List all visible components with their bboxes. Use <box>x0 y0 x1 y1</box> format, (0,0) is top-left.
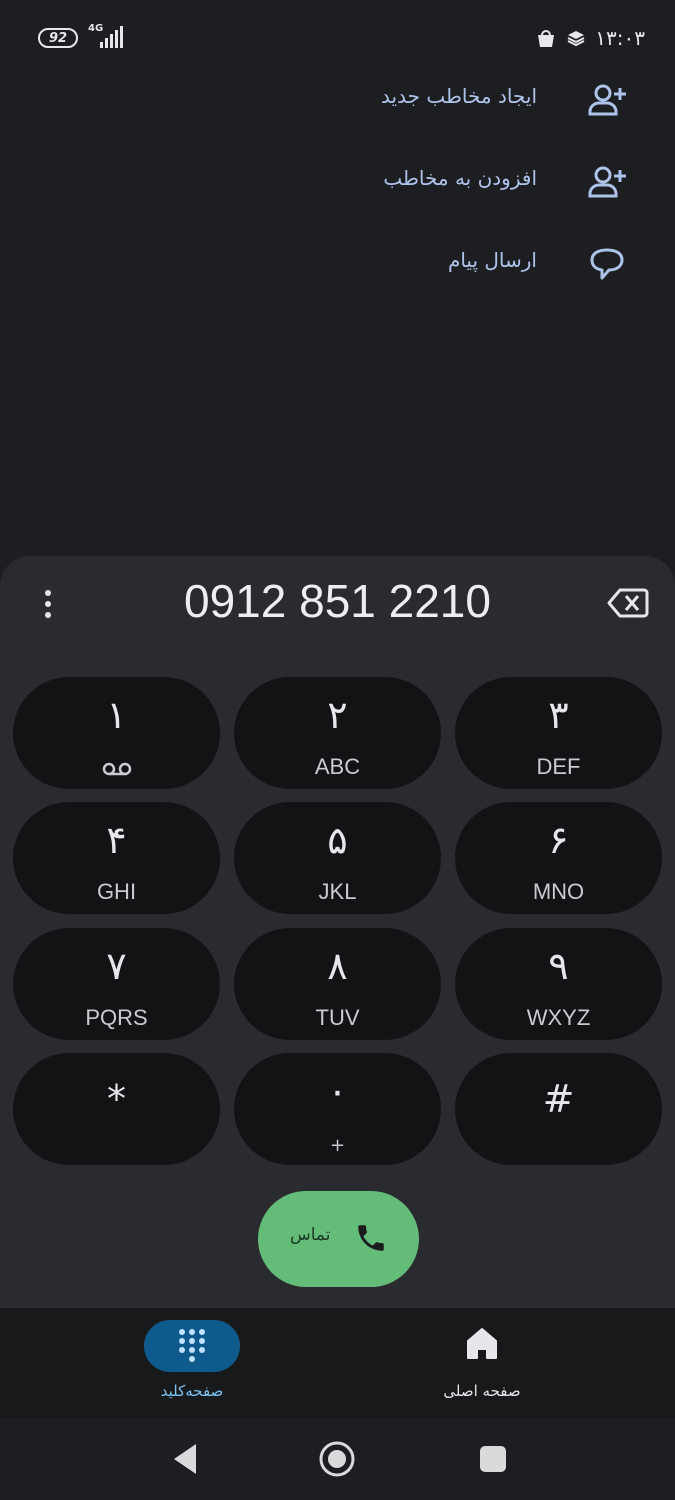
key-digit: ۵ <box>327 818 348 862</box>
clock: ۱۳:۰۳ <box>595 26 645 50</box>
action-label: ارسال پیام <box>447 248 537 272</box>
key-digit: * <box>107 1077 126 1121</box>
key-digit: ۲ <box>327 693 348 737</box>
backspace-icon[interactable] <box>607 584 649 622</box>
battery-level: 92 <box>48 30 68 46</box>
call-label: تماس <box>290 1225 331 1245</box>
key-digit: ۱ <box>106 693 127 737</box>
bottom-navigation: صفحه‌کلید صفحه اصلی <box>0 1308 675 1418</box>
key-digit: ۹ <box>548 944 569 988</box>
voicemail-icon <box>102 762 132 776</box>
key-1[interactable]: ۱ <box>13 677 220 789</box>
key-7[interactable]: ۷ PQRS <box>13 928 220 1040</box>
key-letters: GHI <box>96 879 137 904</box>
tab-home[interactable]: صفحه اصلی <box>382 1308 582 1418</box>
key-digit: ۳ <box>548 693 569 737</box>
key-9[interactable]: ۹ WXYZ <box>455 928 662 1040</box>
key-5[interactable]: ۵ JKL <box>234 802 441 914</box>
home-icon <box>467 1328 497 1359</box>
home-circle-icon[interactable] <box>318 1440 356 1478</box>
key-2[interactable]: ۲ ABC <box>234 677 441 789</box>
key-digit: # <box>542 1077 575 1121</box>
add-to-contact-action[interactable]: افزودن به مخاطب <box>0 142 675 222</box>
key-6[interactable]: ۶ MNO <box>455 802 662 914</box>
dialpad-sheet: 0912 851 2210 ۱ ۲ ABC ۳ DEF ۴ GHI ۵ JKL <box>0 556 675 1308</box>
more-options-icon[interactable] <box>28 584 68 624</box>
call-button[interactable]: تماس <box>258 1191 419 1287</box>
battery-indicator: 92 <box>38 28 78 48</box>
key-star[interactable]: * <box>13 1053 220 1165</box>
key-8[interactable]: ۸ TUV <box>234 928 441 1040</box>
send-message-action[interactable]: ارسال پیام <box>0 224 675 304</box>
key-digit: ۴ <box>106 818 127 862</box>
phone-icon <box>358 1225 384 1251</box>
recent-apps-icon[interactable] <box>480 1446 506 1472</box>
key-letters: DEF <box>536 754 581 779</box>
key-digit: ۸ <box>327 944 348 988</box>
key-hash[interactable]: # <box>455 1053 662 1165</box>
create-new-contact-action[interactable]: ایجاد مخاطب جدید <box>0 60 675 140</box>
key-letters: + <box>329 1135 346 1156</box>
key-letters: WXYZ <box>526 1005 591 1030</box>
tab-dialpad[interactable]: صفحه‌کلید <box>92 1308 292 1418</box>
add-person-icon <box>588 84 626 116</box>
back-icon[interactable] <box>170 1442 200 1476</box>
key-letters: ABC <box>314 754 361 779</box>
dialed-number[interactable]: 0912 851 2210 <box>100 574 575 628</box>
message-icon <box>590 248 624 280</box>
add-person-icon <box>588 166 626 198</box>
key-letters: JKL <box>318 879 357 904</box>
key-0[interactable]: ۰ + <box>234 1053 441 1165</box>
signal-bars-icon <box>100 26 123 48</box>
key-digit: ۰ <box>327 1069 348 1113</box>
dialpad-icon <box>179 1329 205 1362</box>
key-3[interactable]: ۳ DEF <box>455 677 662 789</box>
key-digit: ۶ <box>548 818 569 862</box>
key-letters: PQRS <box>85 1005 148 1030</box>
tab-home-label: صفحه اصلی <box>443 1382 521 1400</box>
key-letters: MNO <box>532 879 585 904</box>
key-4[interactable]: ۴ GHI <box>13 802 220 914</box>
tab-dialpad-label: صفحه‌کلید <box>160 1382 224 1400</box>
home-tab-indicator <box>434 1320 530 1372</box>
layers-icon <box>567 31 585 47</box>
action-label: ایجاد مخاطب جدید <box>381 84 537 108</box>
signal-indicator: 4G <box>88 24 132 50</box>
shopping-bag-icon <box>538 30 555 47</box>
system-navigation-bar <box>0 1418 675 1500</box>
key-letters: TUV <box>315 1005 360 1030</box>
action-label: افزودن به مخاطب <box>383 166 537 190</box>
key-digit: ۷ <box>106 944 127 988</box>
dialpad-tab-indicator <box>144 1320 240 1372</box>
